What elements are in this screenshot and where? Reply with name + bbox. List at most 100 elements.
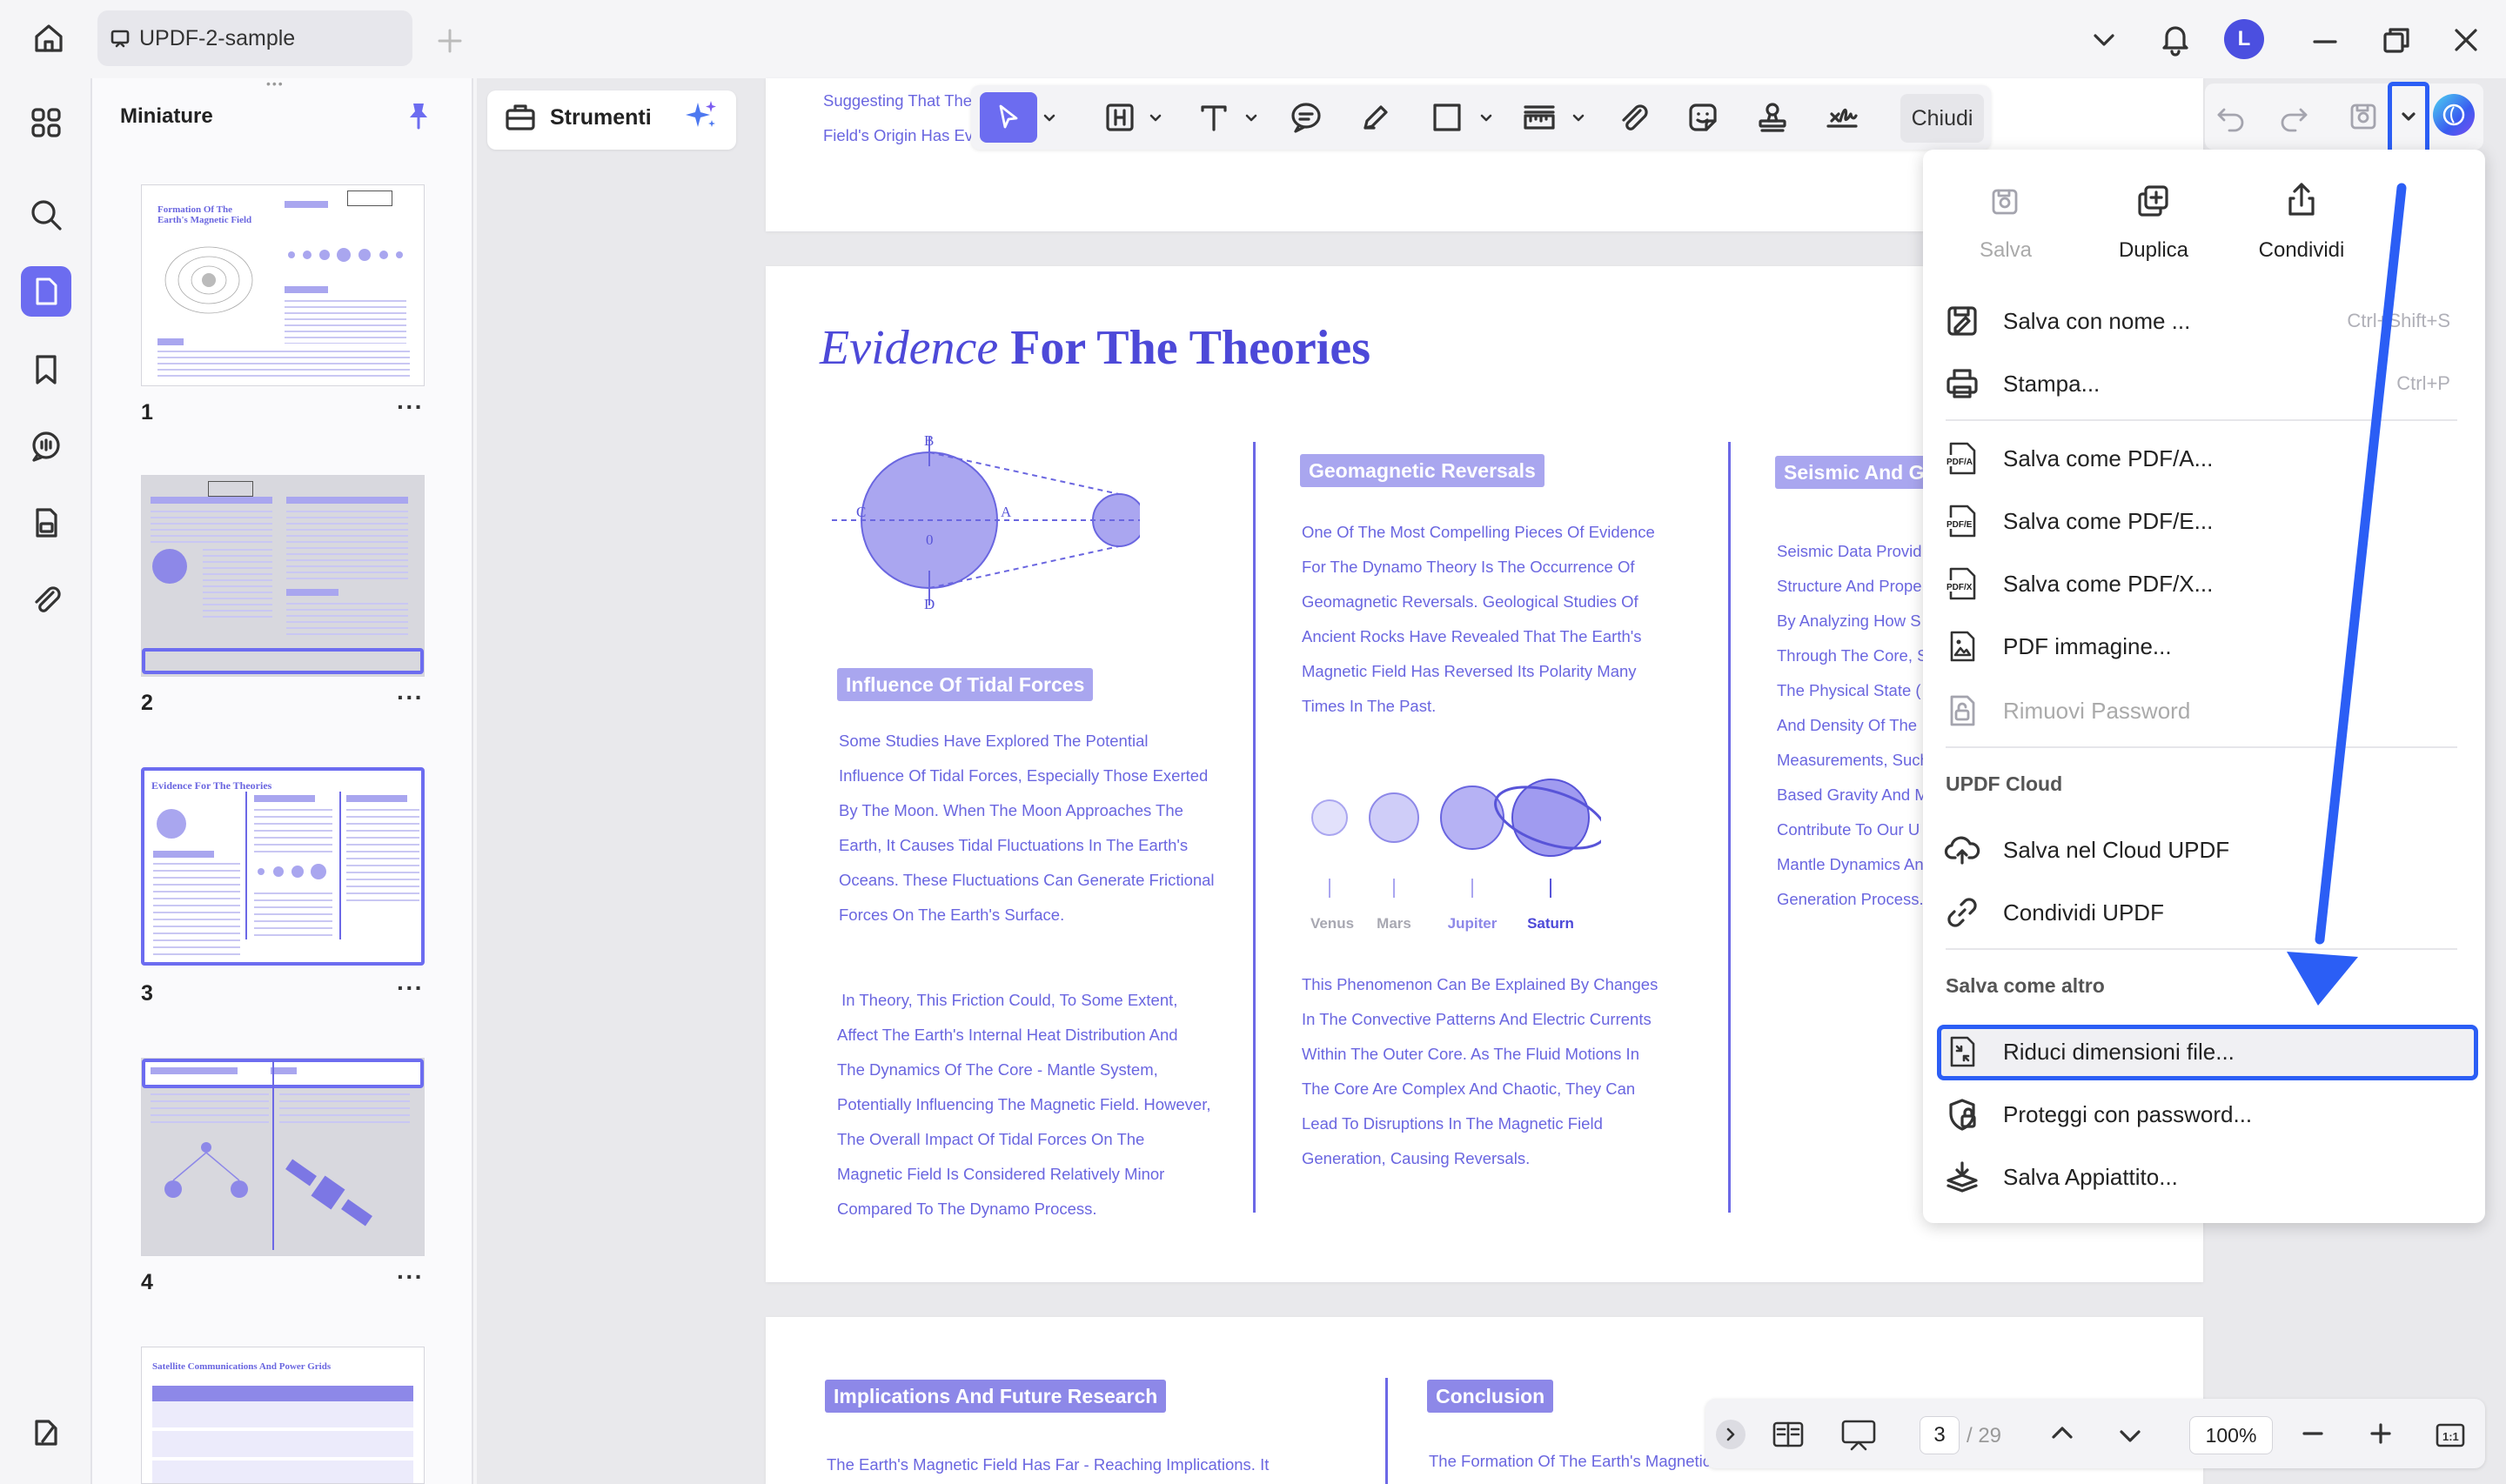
shape-tool-icon[interactable] (1425, 96, 1469, 139)
restore-button[interactable] (2379, 23, 2414, 57)
next-page-icon[interactable] (2114, 1420, 2146, 1451)
text-line: Geomagnetic Reversals. Geological Studie… (1302, 592, 1638, 611)
select-tool-chevron-icon[interactable] (1042, 111, 1056, 125)
measure-tool-chevron-icon[interactable] (1571, 111, 1585, 125)
menu-item-label: Riduci dimensioni file... (2003, 1038, 2235, 1065)
text-line: Seismic Data Provid (1777, 542, 1922, 560)
section-heading-conclusion: Conclusion (1427, 1380, 1554, 1413)
save-icon (1987, 184, 2022, 219)
close-tools-button[interactable]: Chiudi (1900, 94, 1984, 143)
close-window-button[interactable] (2449, 23, 2483, 57)
form-fields-icon[interactable] (21, 498, 71, 548)
thumbnail-heading: Satellite Communications And Power Grids (152, 1361, 332, 1372)
diagram-label-b: B (924, 432, 934, 449)
zoom-out-icon[interactable] (2297, 1418, 2328, 1449)
thumbnail-more-button[interactable]: ··· (397, 1263, 424, 1291)
thumbnail-more-button[interactable]: ··· (397, 684, 424, 712)
thumbnail-page-number: 4 (141, 1270, 153, 1294)
diagram-label-c: C (856, 504, 866, 520)
page-number-input[interactable]: 3 (1920, 1416, 1960, 1454)
planet-label: Mars (1377, 915, 1411, 932)
text-tool-icon[interactable] (1192, 96, 1236, 139)
total-pages: / 29 (1967, 1424, 2002, 1447)
text-line: The Dynamics Of The Core - Mantle System… (837, 1060, 1158, 1079)
remove-password-icon (1942, 691, 1982, 731)
zoom-level: 100% (2205, 1423, 2257, 1447)
new-tab-button[interactable] (435, 26, 465, 56)
highlight-tool-icon[interactable] (1098, 96, 1142, 139)
fit-page-icon[interactable]: 1:1 (2433, 1418, 2468, 1453)
thumbnail-more-button[interactable]: ··· (397, 393, 424, 421)
text-line: Earth, It Causes Tidal Fluctuations In T… (839, 836, 1189, 854)
zoom-in-icon[interactable] (2365, 1418, 2396, 1449)
attachment-icon[interactable] (21, 574, 71, 625)
section-heading-seismic: Seismic And G (1775, 456, 1933, 489)
planets-illustration (1311, 779, 1601, 898)
user-avatar[interactable]: L (2224, 19, 2264, 59)
text-line: By The Moon. When The Moon Approaches Th… (839, 801, 1183, 819)
text-line: Contribute To Our U (1777, 820, 1920, 839)
presentation-icon[interactable] (1839, 1416, 1878, 1453)
stamp-tool-icon[interactable] (1751, 96, 1794, 139)
toolbox-icon (503, 99, 538, 134)
page-thumbnail-4[interactable] (141, 1058, 425, 1256)
apps-icon[interactable] (21, 97, 71, 148)
page-thumbnail-1[interactable]: Formation Of The Earth's Magnetic Field (141, 184, 425, 386)
page-thumbnail-3[interactable]: Evidence For The Theories (141, 767, 425, 966)
page-thumbnail-5[interactable]: Satellite Communications And Power Grids (141, 1347, 425, 1484)
panel-resize-handle[interactable]: ••• (266, 77, 296, 90)
text-line: Through The Core, S (1777, 646, 1928, 665)
ai-assistant-icon[interactable] (2433, 94, 2475, 136)
page-thumbnail-2[interactable] (141, 475, 425, 677)
display-mode-icon[interactable] (21, 1407, 71, 1458)
comments-icon[interactable] (21, 421, 71, 471)
text-line: Potentially Influencing The Magnetic Fie… (837, 1095, 1211, 1113)
notification-bell-icon[interactable] (2156, 19, 2194, 57)
thumbnail-more-button[interactable]: ··· (397, 974, 424, 1002)
attach-file-tool-icon[interactable] (1611, 96, 1655, 139)
text-line: Some Studies Have Explored The Potential (839, 732, 1149, 750)
text-tool-chevron-icon[interactable] (1244, 111, 1258, 125)
text-line: This Phenomenon Can Be Explained By Chan… (1302, 975, 1658, 993)
diagram-label-a: A (1001, 504, 1012, 520)
diagram-label-d: D (924, 596, 935, 612)
previous-page-icon[interactable] (2047, 1418, 2078, 1449)
avatar-letter: L (2237, 27, 2251, 50)
highlight-tool-chevron-icon[interactable] (1149, 111, 1163, 125)
thumbnail-panel-title: Miniature (120, 104, 213, 128)
pencil-tool-icon[interactable] (1354, 96, 1397, 139)
ai-sparkle-icon[interactable] (682, 97, 720, 136)
save-icon[interactable] (2346, 99, 2381, 134)
page-layout-icon[interactable] (1770, 1416, 1806, 1453)
text-line: By Analyzing How S (1777, 612, 1921, 630)
signature-tool-icon[interactable] (1820, 96, 1864, 139)
image-pdf-icon (1942, 626, 1982, 666)
menu-save-label: Salva (1979, 238, 2033, 262)
page-text: Suggesting That The (823, 91, 973, 110)
comment-tool-icon[interactable] (1284, 96, 1328, 139)
document-tab-label: UPDF-2-sample (139, 26, 296, 50)
minimize-button[interactable] (2308, 24, 2342, 59)
select-tool-button[interactable] (980, 92, 1037, 143)
bookmark-icon[interactable] (21, 344, 71, 395)
pin-icon[interactable] (402, 99, 435, 132)
page-text: Field's Origin Has Ev (823, 126, 974, 144)
search-icon[interactable] (21, 190, 71, 240)
tab-list-chevron-icon[interactable] (2088, 24, 2120, 56)
menu-item-label: Salva come PDF/E... (2003, 507, 2214, 534)
home-icon[interactable] (30, 19, 68, 57)
sticker-tool-icon[interactable] (1681, 96, 1725, 139)
menu-item-reduce-size[interactable]: Riduci dimensioni file... (1937, 1025, 2471, 1079)
undo-icon[interactable] (2214, 99, 2248, 134)
collapse-nav-icon[interactable] (1716, 1420, 1745, 1449)
menu-item-save-flattened[interactable]: Salva Appiattito... (1937, 1150, 2471, 1204)
redo-icon[interactable] (2276, 99, 2311, 134)
thumbnail-page-number: 1 (141, 400, 153, 424)
zoom-level-input[interactable]: 100% (2189, 1416, 2273, 1454)
shape-tool-chevron-icon[interactable] (1479, 111, 1493, 125)
menu-duplicate-label: Duplica (2118, 238, 2189, 262)
menu-item-protect-password[interactable]: Proteggi con password... (1937, 1087, 2471, 1141)
thumbnails-panel-icon[interactable] (21, 266, 71, 317)
text-line: Times In The Past. (1302, 697, 1437, 715)
measure-tool-icon[interactable] (1518, 96, 1561, 139)
